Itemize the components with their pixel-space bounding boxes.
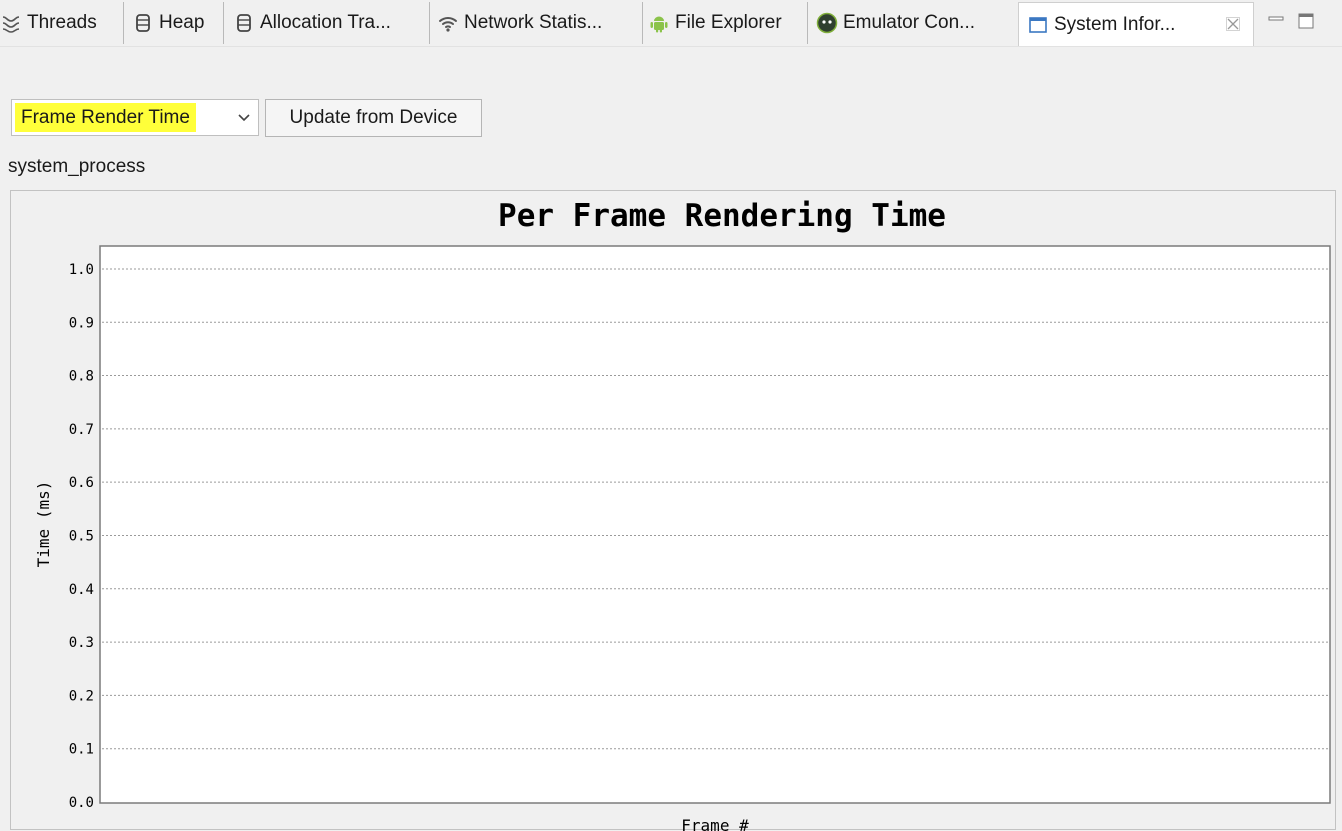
y-tick-label: 0.6 — [69, 475, 94, 491]
tab-file-explorer[interactable]: File Explorer — [648, 2, 808, 44]
tab-emulator-control[interactable]: Emulator Con... — [816, 2, 1014, 44]
y-tick-label: 1.0 — [69, 262, 94, 278]
y-axis-label: Time (ms) — [34, 481, 53, 568]
y-tick-label: 0.2 — [69, 688, 94, 704]
frame-render-time-chart: Per Frame Rendering Time 0.0 0.1 0.2 0.3 0.4… — [34, 198, 1331, 831]
info-type-dropdown[interactable]: Frame Render Time — [11, 99, 259, 136]
tab-label: Allocation Tra... — [260, 12, 391, 33]
view-window-controls — [1265, 6, 1317, 36]
y-tick-label: 0.0 — [69, 795, 94, 811]
tab-threads[interactable]: Threads — [0, 2, 124, 44]
emulator-icon — [816, 12, 838, 34]
y-tick-label: 0.4 — [69, 582, 94, 598]
allocation-tracker-icon — [233, 12, 255, 34]
tab-label: Emulator Con... — [843, 12, 975, 33]
window-icon — [1027, 14, 1049, 36]
tab-label: System Infor... — [1054, 13, 1176, 35]
y-tick-label: 0.3 — [69, 635, 94, 651]
tab-label: Heap — [159, 12, 205, 33]
maximize-icon[interactable] — [1295, 10, 1317, 32]
update-from-device-button[interactable]: Update from Device — [265, 99, 482, 137]
android-icon — [648, 12, 670, 34]
threads-icon — [0, 12, 22, 34]
process-name-label: system_process — [8, 156, 146, 177]
view-tab-bar: Threads Heap Allocation Tra... Network S… — [0, 0, 1342, 47]
y-tick-label: 0.7 — [69, 422, 94, 438]
tab-label: File Explorer — [675, 12, 782, 33]
tab-label: Network Statis... — [464, 12, 603, 33]
dropdown-selected-value: Frame Render Time — [15, 103, 196, 132]
y-tick-label: 0.1 — [69, 742, 94, 758]
tab-network-statistics[interactable]: Network Statis... — [437, 2, 643, 44]
tab-label: Threads — [27, 12, 97, 33]
plot-area — [99, 245, 1331, 804]
tab-allocation-tracker[interactable]: Allocation Tra... — [233, 2, 430, 44]
y-axis-ticks: 0.0 0.1 0.2 0.3 0.4 0.5 0.6 0.7 0.8 0.9 1.0 — [69, 262, 94, 811]
y-tick-label: 0.5 — [69, 528, 94, 544]
heap-icon — [132, 12, 154, 34]
close-icon[interactable] — [1224, 15, 1242, 33]
chevron-down-icon[interactable] — [234, 107, 254, 127]
x-axis-label: Frame # — [681, 816, 749, 831]
y-tick-label: 0.9 — [69, 315, 94, 331]
chart-panel: Per Frame Rendering Time 0.0 0.1 0.2 0.3 0.4… — [10, 190, 1336, 831]
minimize-icon[interactable] — [1265, 10, 1287, 32]
tab-heap[interactable]: Heap — [132, 2, 224, 44]
wifi-icon — [437, 12, 459, 34]
tab-system-information[interactable]: System Infor... — [1018, 2, 1254, 46]
chart-title: Per Frame Rendering Time — [498, 198, 946, 234]
y-tick-label: 0.8 — [69, 369, 94, 385]
